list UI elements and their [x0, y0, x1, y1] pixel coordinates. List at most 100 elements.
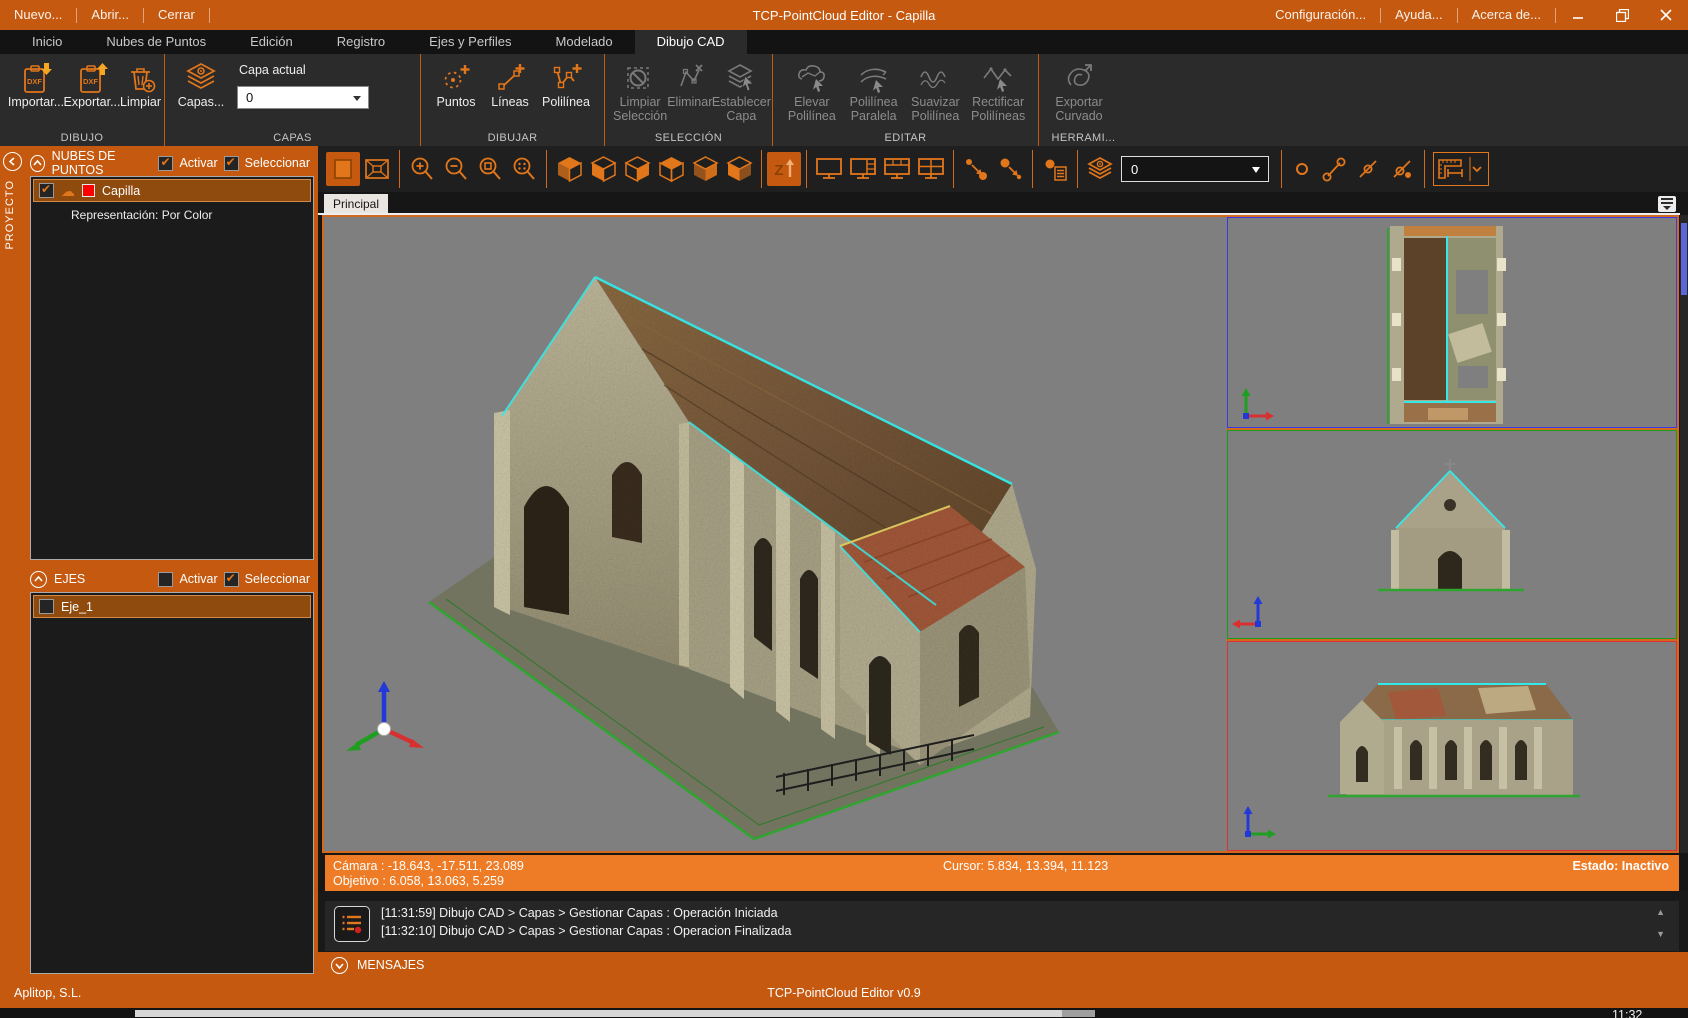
pointclouds-seleccionar-checkbox[interactable] [224, 156, 239, 171]
pointcloud-item-capilla[interactable]: ☁ Capilla [33, 179, 311, 202]
view-front-button[interactable] [654, 152, 688, 186]
elevar-polilinea-button: Elevar Polilínea [781, 59, 843, 123]
tab-ejes-y-perfiles[interactable]: Ejes y Perfiles [407, 30, 533, 54]
elevate-polyline-icon [794, 61, 830, 95]
top-view[interactable] [1227, 217, 1677, 428]
menu-cerrar[interactable]: Cerrar [144, 0, 209, 30]
axis-item-eje1[interactable]: Eje_1 [33, 595, 311, 618]
pointclouds-activar-checkbox[interactable] [158, 156, 173, 171]
collapse-mensajes-button[interactable] [331, 957, 348, 974]
polilinea-paralela-button: Polilínea Paralela [843, 59, 905, 123]
limpiar-button[interactable]: Limpiar [120, 59, 161, 109]
side-view-column [1227, 217, 1677, 851]
menu-ayuda[interactable]: Ayuda... [1381, 0, 1456, 30]
close-button[interactable] [1644, 0, 1688, 30]
dxf-import-icon: DXF [18, 61, 54, 95]
capilla-checkbox[interactable] [39, 183, 54, 198]
collapse-pointclouds-button[interactable] [30, 155, 45, 172]
menu-nuevo[interactable]: Nuevo... [0, 0, 76, 30]
snap-endpoint-button[interactable] [1317, 152, 1351, 186]
selection-window-button[interactable] [326, 152, 360, 186]
log-scroll-down-button[interactable]: ▼ [1656, 929, 1665, 939]
front-view[interactable] [1227, 430, 1677, 639]
viewport-scrollbar[interactable] [1680, 215, 1688, 853]
pick-point-free-button[interactable] [993, 152, 1027, 186]
snap-midpoint-icon [1355, 156, 1381, 182]
layout-right-panel-icon [849, 156, 877, 182]
snap-midpoint-button[interactable] [1351, 152, 1385, 186]
collapse-axes-button[interactable] [30, 571, 47, 588]
z-up-button[interactable]: Z [767, 152, 801, 186]
selection-rect-icon [331, 157, 355, 181]
lineas-button[interactable]: Líneas [483, 59, 537, 109]
tab-modelado[interactable]: Modelado [534, 30, 635, 54]
tab-edicion[interactable]: Edición [228, 30, 315, 54]
puntos-button[interactable]: Puntos [429, 59, 483, 109]
capas-button[interactable]: Capas... [173, 59, 229, 109]
axis-gizmo-side [1244, 806, 1277, 839]
importar-button[interactable]: DXF Importar... [8, 59, 64, 109]
layout-top-strip-icon [883, 156, 911, 182]
snap-nearest-button[interactable] [1385, 152, 1419, 186]
layer-button[interactable] [1083, 152, 1117, 186]
capilla-color-swatch[interactable] [82, 184, 95, 197]
tab-registro[interactable]: Registro [315, 30, 407, 54]
layers-icon [183, 61, 219, 95]
zoom-in-button[interactable] [405, 152, 439, 186]
scrollbar-thumb[interactable] [1681, 223, 1687, 295]
capa-actual-select[interactable]: 0 [237, 86, 369, 109]
capilla-name: Capilla [102, 184, 140, 198]
toolbar-separator [1281, 150, 1282, 188]
collapse-sidebar-button[interactable] [3, 152, 22, 171]
chevron-down-icon [335, 961, 344, 970]
chevron-left-icon [8, 157, 17, 166]
view-left-button[interactable] [586, 152, 620, 186]
smooth-polyline-icon [917, 61, 953, 95]
chevron-down-icon [353, 96, 361, 101]
exportar-button[interactable]: DXF Exportar... [64, 59, 120, 109]
point-list-button[interactable] [1038, 152, 1072, 186]
menu-abrir[interactable]: Abrir... [77, 0, 143, 30]
viewport-layer-select[interactable]: 0 [1121, 156, 1269, 182]
set-layer-icon [724, 61, 758, 95]
zoom-extents-button[interactable] [507, 152, 541, 186]
selection-frustum-button[interactable] [360, 152, 394, 186]
view-right-button[interactable] [620, 152, 654, 186]
log-scroll-up-button[interactable]: ▲ [1656, 907, 1665, 917]
side-view[interactable] [1227, 641, 1677, 851]
snap-point-button[interactable] [1287, 152, 1317, 186]
polilinea-button[interactable]: Polilínea [537, 59, 595, 109]
restore-button[interactable] [1600, 0, 1644, 30]
view-back-button[interactable] [688, 152, 722, 186]
eje1-checkbox[interactable] [39, 599, 54, 614]
axes-seleccionar-checkbox[interactable] [224, 572, 239, 587]
menu-configuracion[interactable]: Configuración... [1261, 0, 1380, 30]
layout-right-panel-button[interactable] [846, 152, 880, 186]
layout-grid-button[interactable] [914, 152, 948, 186]
tab-nubes-de-puntos[interactable]: Nubes de Puntos [84, 30, 228, 54]
eliminar-button: Eliminar [667, 59, 712, 109]
tab-inicio[interactable]: Inicio [10, 30, 84, 54]
tab-dibujo-cad[interactable]: Dibujo CAD [635, 30, 747, 54]
establecer-capa-button: Establecer Capa [712, 59, 770, 123]
taskbar-app-bar[interactable] [135, 1010, 1062, 1017]
zoom-window-button[interactable] [473, 152, 507, 186]
panel-toggle-button[interactable] [1658, 196, 1676, 212]
main-3d-view[interactable] [324, 217, 1225, 851]
view-bottom-button[interactable] [722, 152, 756, 186]
pick-point-button[interactable] [959, 152, 993, 186]
measure-tool-button[interactable] [1433, 152, 1489, 186]
minimize-button[interactable] [1556, 0, 1600, 30]
ribbon-group-dibujar: Puntos Líneas Polilínea DIBUJAR [420, 54, 604, 146]
pointclouds-seleccionar-label: Seleccionar [245, 156, 310, 170]
zoom-out-button[interactable] [439, 152, 473, 186]
menu-acerca-de[interactable]: Acerca de... [1458, 0, 1555, 30]
layout-top-strip-button[interactable] [880, 152, 914, 186]
front-view-render [1228, 431, 1676, 638]
tab-principal[interactable]: Principal [324, 194, 388, 215]
axes-title: EJES [54, 572, 85, 586]
axes-activar-checkbox[interactable] [158, 572, 173, 587]
app-version: TCP-PointCloud Editor v0.9 [0, 986, 1688, 1000]
layout-single-button[interactable] [812, 152, 846, 186]
view-iso-button[interactable] [552, 152, 586, 186]
